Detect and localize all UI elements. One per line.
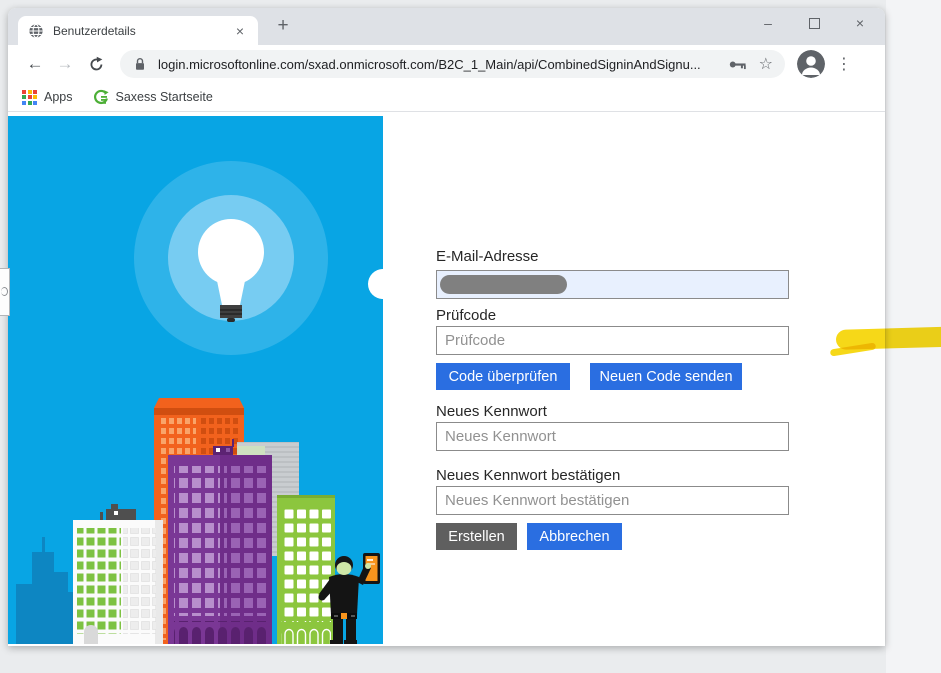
url-text[interactable]: login.microsoftonline.com/sxad.onmicroso… xyxy=(158,57,716,72)
close-window-button[interactable]: × xyxy=(837,8,883,38)
fragment-glyph xyxy=(1,287,8,296)
redaction-blob xyxy=(440,275,567,294)
new-password-label: Neues Kennwort xyxy=(436,403,547,420)
panel-notch-circle xyxy=(368,269,398,299)
apps-grid-icon xyxy=(22,90,37,105)
three-dot-menu-icon[interactable]: ⋮ xyxy=(835,54,853,74)
tab-title: Benutzerdetails xyxy=(53,24,232,38)
bookmark-star-button[interactable]: ☆ xyxy=(759,54,773,74)
maximize-icon xyxy=(809,18,820,29)
profile-avatar-icon[interactable] xyxy=(797,50,825,78)
code-input[interactable] xyxy=(436,326,789,355)
lightbulb-icon xyxy=(134,161,328,355)
new-password-input[interactable] xyxy=(436,422,789,451)
bookmark-saxess-label: Saxess Startseite xyxy=(116,90,213,104)
white-building xyxy=(73,504,163,644)
verify-code-button[interactable]: Code überprüfen xyxy=(436,363,570,390)
address-bar[interactable]: login.microsoftonline.com/sxad.onmicroso… xyxy=(120,50,785,78)
browser-toolbar: ← → login.microsoftonline.com/sxad.onmic… xyxy=(8,45,885,83)
lock-icon xyxy=(132,56,148,72)
email-label: E-Mail-Adresse xyxy=(436,248,539,265)
resend-code-button[interactable]: Neuen Code senden xyxy=(590,363,742,390)
page-content: E-Mail-Adresse Prüfcode Code überprüfen … xyxy=(8,113,885,646)
maximize-button[interactable] xyxy=(791,8,837,38)
tab-close-icon[interactable]: × xyxy=(232,23,248,39)
browser-window: Benutzerdetails × + – × ← → xyxy=(8,8,885,646)
purple-building xyxy=(168,439,272,644)
confirm-password-input[interactable] xyxy=(436,486,789,515)
key-icon xyxy=(728,55,747,74)
window-controls: – × xyxy=(745,8,883,38)
cancel-button[interactable]: Abbrechen xyxy=(527,523,622,550)
bookmark-apps-label: Apps xyxy=(44,90,73,104)
desktop-background xyxy=(886,0,941,673)
create-button[interactable]: Erstellen xyxy=(436,523,517,550)
reload-button[interactable] xyxy=(80,56,112,73)
bookmarks-bar: Apps Saxess Startseite xyxy=(8,83,885,112)
green-building xyxy=(277,495,335,644)
browser-tab[interactable]: Benutzerdetails × xyxy=(18,16,258,45)
password-key-button[interactable] xyxy=(728,55,747,74)
forward-button[interactable]: → xyxy=(50,54,80,74)
code-label: Prüfcode xyxy=(436,307,496,324)
bookmark-saxess[interactable]: Saxess Startseite xyxy=(93,89,213,105)
screenshot-root: Benutzerdetails × + – × ← → xyxy=(0,0,941,673)
saxess-favicon xyxy=(93,89,109,105)
confirm-password-label: Neues Kennwort bestätigen xyxy=(436,467,620,484)
background-window-fragment xyxy=(0,268,10,316)
tab-strip: Benutzerdetails × + – × xyxy=(8,8,885,45)
minimize-button[interactable]: – xyxy=(745,8,791,38)
bookmark-apps[interactable]: Apps xyxy=(22,90,73,105)
reload-icon xyxy=(88,56,105,73)
globe-icon xyxy=(28,23,44,39)
yellow-highlighter-tail xyxy=(830,342,877,356)
new-tab-button[interactable]: + xyxy=(271,15,295,37)
lightbulb-city-illustration xyxy=(8,116,383,644)
back-button[interactable]: ← xyxy=(20,54,50,74)
email-field-wrapper xyxy=(436,270,789,299)
